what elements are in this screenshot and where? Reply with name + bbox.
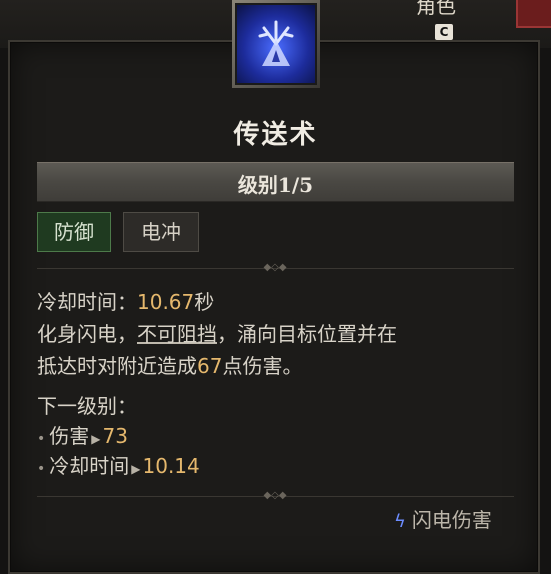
description-line-2: 化身闪电，不可阻挡，涌向目标位置并在 (37, 318, 397, 347)
desc-text: 化身闪电， (37, 322, 137, 346)
cooldown-label: 冷却时间： (37, 290, 137, 314)
stat-label: 冷却时间 (49, 454, 130, 478)
key-hint-badge: C (435, 24, 453, 40)
next-level-item-damage: • 伤害 ▶ 73 (37, 420, 128, 449)
next-level-heading: 下一级别： (37, 394, 137, 418)
damage-type-label: 闪电伤害 (411, 508, 492, 532)
skill-icon-frame (232, 0, 320, 88)
close-button[interactable] (516, 0, 551, 28)
next-level-item-cooldown: • 冷却时间 ▶ 10.14 (37, 450, 200, 479)
bullet-icon: • (37, 431, 46, 447)
lightning-bolt-icon: ϟ (394, 511, 406, 532)
cooldown-unit: 秒 (194, 290, 215, 314)
tag-defense: 防御 (37, 212, 111, 252)
stat-label: 伤害 (49, 424, 90, 448)
skill-title: 传送术 (233, 120, 318, 150)
lightning-skill-icon (235, 3, 317, 85)
unstoppable-keyword[interactable]: 不可阻挡 (137, 322, 217, 346)
damage-value: 67 (197, 354, 223, 378)
divider-ornament: ◆◇◆ (263, 262, 287, 273)
skill-level: 级别1/5 (237, 173, 314, 197)
cooldown-line: 冷却时间：10.67秒 (37, 286, 214, 315)
bullet-icon: • (37, 461, 46, 477)
desc-text: 点伤害。 (222, 354, 303, 378)
arrow-right-icon: ▶ (131, 462, 141, 476)
damage-type-footer: ϟ 闪电伤害 (394, 504, 492, 533)
arrow-right-icon: ▶ (91, 432, 101, 446)
cooldown-value: 10.67 (137, 290, 195, 314)
tag-shock: 电冲 (123, 212, 199, 252)
character-menu-label[interactable]: 角色 (416, 0, 456, 19)
stat-value: 73 (102, 424, 128, 448)
stat-value: 10.14 (142, 454, 200, 478)
desc-text: ，涌向目标位置并在 (217, 322, 397, 346)
description-line-3: 抵达时对附近造成67点伤害。 (37, 350, 302, 379)
divider-ornament: ◆◇◆ (263, 490, 287, 501)
desc-text: 抵达时对附近造成 (37, 354, 197, 378)
